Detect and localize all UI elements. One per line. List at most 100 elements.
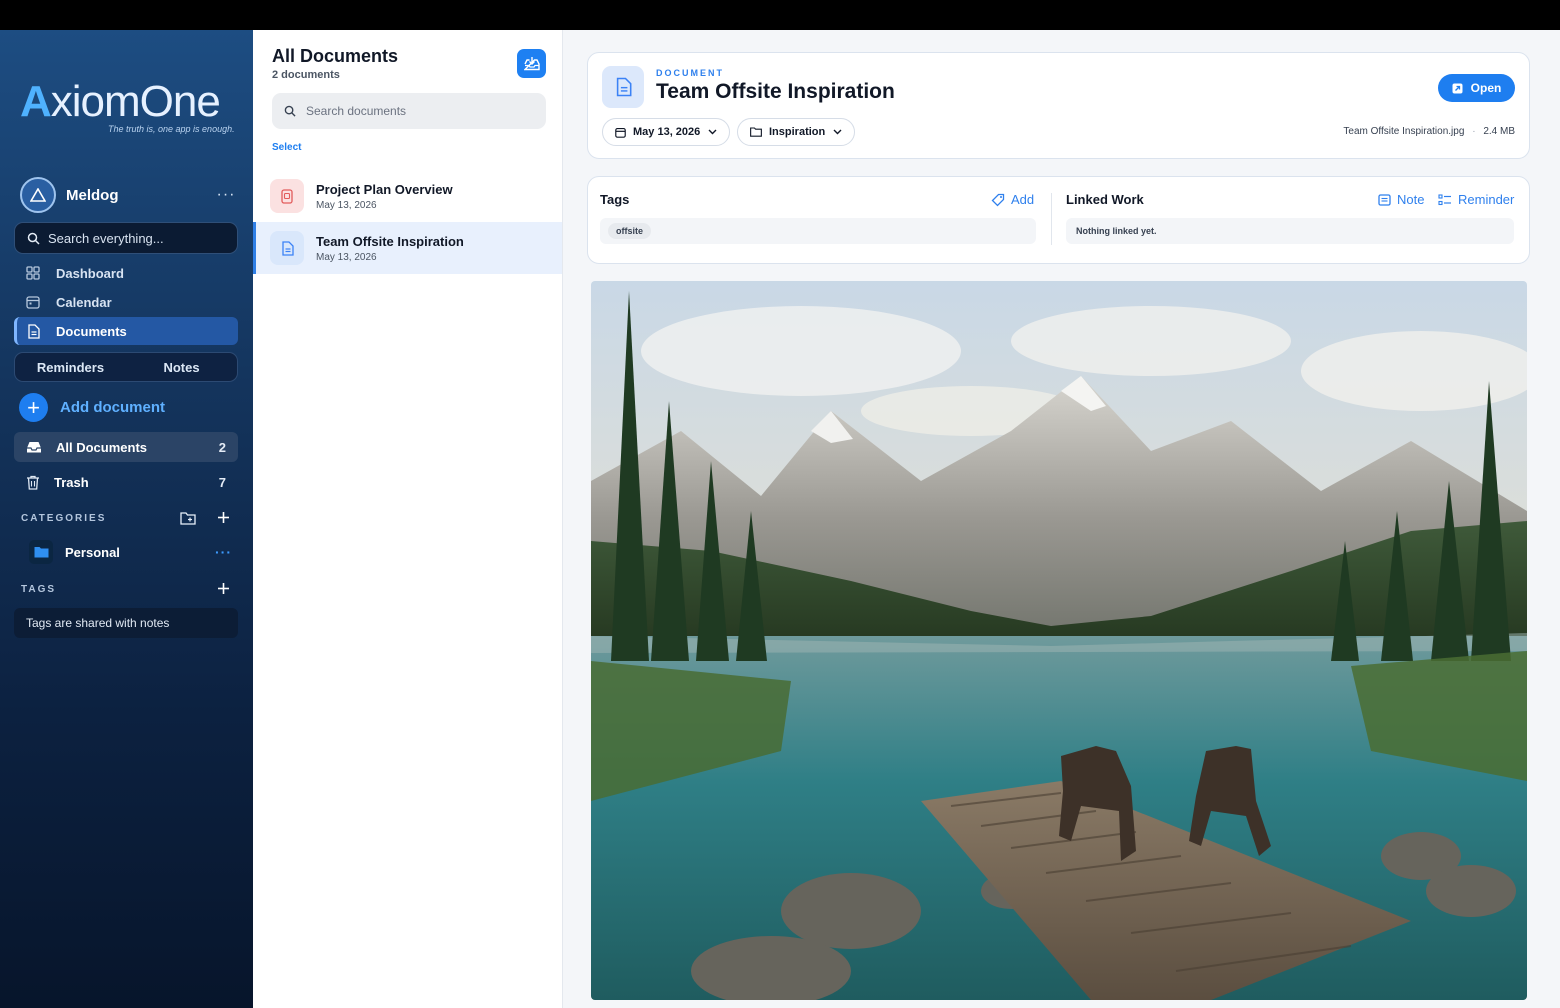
list-item[interactable]: Project Plan Overview May 13, 2026 — [253, 170, 562, 222]
document-name: Team Offsite Inspiration — [316, 233, 464, 249]
import-icon — [523, 57, 540, 71]
list-title: All Documents — [272, 46, 399, 66]
global-search-input[interactable]: Search everything... — [14, 222, 238, 254]
logo-letter: A — [20, 77, 52, 126]
document-header-card: DOCUMENT Team Offsite Inspiration Open M… — [587, 52, 1530, 159]
document-icon — [28, 323, 40, 339]
profile-menu-button[interactable]: ··· — [214, 186, 238, 204]
nav-calendar-label: Calendar — [56, 294, 112, 310]
add-tag-label: Add — [1011, 192, 1035, 207]
document-name: Project Plan Overview — [316, 181, 453, 197]
file-size: 2.4 MB — [1483, 126, 1515, 137]
sidebar-item-trash[interactable]: Trash 7 — [14, 467, 238, 497]
plus-icon: + — [19, 393, 48, 422]
document-date: May 13, 2026 — [316, 199, 377, 211]
checklist-icon — [1438, 193, 1451, 205]
lake-landscape-image — [591, 281, 1527, 1000]
tags-title: Tags — [600, 192, 630, 207]
nav-documents[interactable]: Documents — [14, 317, 238, 345]
tag-icon — [991, 193, 1005, 206]
open-button[interactable]: Open — [1438, 74, 1515, 102]
tags-empty-note: Tags are shared with notes — [14, 608, 238, 638]
add-tag-button[interactable]: Add — [991, 192, 1034, 207]
app-logo: AxiomOne The truth is, one app is enough… — [20, 80, 240, 140]
segment-notes[interactable]: Notes — [126, 353, 237, 381]
global-search-placeholder: Search everything... — [48, 230, 164, 246]
meta-separator: · — [1472, 126, 1476, 137]
list-count: 2 documents — [272, 69, 340, 81]
link-reminder-button[interactable]: Reminder — [1438, 192, 1514, 207]
document-search-input[interactable]: Search documents — [272, 93, 546, 129]
select-button[interactable]: Select — [272, 142, 301, 153]
profile-name: Meldog — [66, 186, 119, 204]
tag-chip[interactable]: offsite — [608, 223, 651, 239]
tags-linked-card: Tags Add offsite Linked Work Note Remind… — [587, 176, 1530, 264]
list-item[interactable]: Team Offsite Inspiration May 13, 2026 — [253, 222, 562, 274]
nav-documents-label: Documents — [56, 323, 127, 339]
add-category-icon[interactable] — [217, 511, 230, 524]
nav-calendar[interactable]: Calendar — [14, 288, 238, 316]
linked-work-title: Linked Work — [1066, 192, 1144, 207]
calendar-icon — [615, 127, 626, 138]
avatar[interactable] — [20, 177, 56, 213]
nav-dashboard[interactable]: Dashboard — [14, 259, 238, 287]
chevron-down-icon — [833, 129, 842, 135]
trash-icon — [27, 475, 39, 490]
category-picker[interactable]: Inspiration — [737, 118, 856, 146]
document-type-label: DOCUMENT — [656, 68, 724, 78]
document-search-placeholder: Search documents — [306, 104, 407, 118]
file-red-icon — [281, 188, 293, 204]
segment-control: Reminders Notes — [14, 352, 238, 382]
add-tag-icon[interactable] — [217, 582, 230, 595]
folder-icon — [750, 127, 762, 137]
nav-dashboard-label: Dashboard — [56, 265, 124, 281]
external-open-icon — [1452, 83, 1463, 93]
linked-empty-note: Nothing linked yet. — [1076, 226, 1157, 236]
all-documents-count: 2 — [218, 439, 226, 455]
app-window: AxiomOne The truth is, one app is enough… — [0, 30, 1560, 1008]
link-reminder-label: Reminder — [1458, 192, 1515, 207]
document-icon — [281, 240, 294, 256]
link-note-button[interactable]: Note — [1378, 192, 1424, 207]
grid-icon — [26, 266, 40, 280]
category-more-button[interactable]: ··· — [215, 544, 232, 560]
trash-count: 7 — [218, 474, 226, 490]
new-folder-icon[interactable] — [180, 511, 197, 525]
inbox-icon — [27, 442, 41, 453]
tags-heading: TAGS — [21, 584, 57, 595]
window-top-bar — [0, 0, 1560, 30]
sidebar-item-all-documents[interactable]: All Documents 2 — [14, 432, 238, 462]
category-personal[interactable]: Personal ··· — [14, 537, 238, 567]
categories-heading: CATEGORIES — [21, 513, 107, 524]
segment-reminders[interactable]: Reminders — [15, 353, 126, 381]
document-title: Team Offsite Inspiration — [656, 80, 895, 103]
app-tagline: The truth is, one app is enough. — [108, 124, 235, 134]
logo-wordmark: xiomOne — [50, 77, 221, 126]
import-button[interactable] — [517, 49, 546, 78]
all-documents-label: All Documents — [56, 439, 148, 455]
date-picker-value: May 13, 2026 — [633, 126, 701, 138]
image-preview — [591, 281, 1527, 1000]
category-picker-value: Inspiration — [769, 126, 826, 138]
category-personal-label: Personal — [65, 544, 120, 560]
add-document-button[interactable]: + Add document — [19, 393, 165, 422]
profile[interactable]: Meldog ··· — [20, 176, 238, 214]
document-icon — [616, 77, 631, 97]
panel-divider — [1051, 193, 1052, 245]
document-list: All Documents 2 documents Search documen… — [253, 30, 563, 1008]
date-picker[interactable]: May 13, 2026 — [602, 118, 731, 146]
open-button-label: Open — [1470, 81, 1502, 95]
search-icon — [27, 232, 40, 245]
document-detail: DOCUMENT Team Offsite Inspiration Open M… — [563, 30, 1560, 1008]
triangle-logo-icon — [30, 188, 46, 202]
file-meta: Team Offsite Inspiration.jpg · 2.4 MB — [1343, 126, 1515, 137]
note-icon — [1378, 193, 1391, 206]
document-date: May 13, 2026 — [316, 251, 377, 263]
link-note-label: Note — [1397, 192, 1425, 207]
add-document-label: Add document — [60, 399, 165, 416]
chevron-down-icon — [708, 129, 717, 135]
folder-icon — [34, 547, 48, 558]
tags-area: offsite — [600, 218, 1036, 244]
linked-work-area: Nothing linked yet. — [1066, 218, 1514, 244]
search-icon — [284, 105, 296, 117]
